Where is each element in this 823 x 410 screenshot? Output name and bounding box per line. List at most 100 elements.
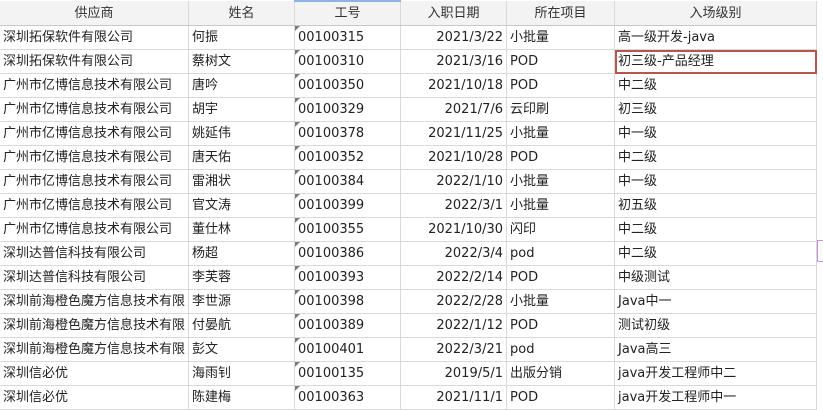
cell-hire-date[interactable]: 2021/10/28 — [400, 145, 508, 170]
cell-hire-date[interactable]: 2022/2/14 — [400, 265, 508, 290]
cell-employee-id[interactable]: 00100350 — [294, 73, 402, 98]
cell-entry-level[interactable]: 初三级 — [614, 97, 818, 122]
cell-entry-level[interactable]: 高一级开发-java — [614, 25, 818, 50]
cell-project[interactable]: 出版分销 — [506, 361, 616, 386]
cell-name[interactable]: 付晏航 — [188, 313, 296, 338]
cell-entry-level[interactable]: 中一级 — [614, 121, 818, 146]
header-name[interactable]: 姓名 — [188, 1, 296, 26]
cell-project[interactable]: pod — [506, 337, 616, 362]
header-entry-level[interactable]: 入场级别 — [614, 1, 818, 26]
cell-project[interactable]: POD — [506, 385, 616, 410]
cell-supplier[interactable]: 深圳拓保软件有限公司 — [0, 49, 190, 74]
cell-project[interactable]: POD — [506, 265, 616, 290]
cell-entry-level[interactable]: 中二级 — [614, 73, 818, 98]
cell-name[interactable]: 官文涛 — [188, 193, 296, 218]
cell-name[interactable]: 何振 — [188, 25, 296, 50]
cell-name[interactable]: 唐吟 — [188, 73, 296, 98]
cell-employee-id[interactable]: 00100315 — [294, 25, 402, 50]
cell-hire-date[interactable]: 2019/5/1 — [400, 361, 508, 386]
cell-entry-level[interactable]: 初三级-产品经理 — [614, 49, 818, 74]
cell-entry-level[interactable]: 中二级 — [614, 241, 818, 266]
cell-entry-level[interactable]: java开发工程师中二 — [614, 361, 818, 386]
cell-supplier[interactable]: 深圳信必优 — [0, 361, 190, 386]
cell-entry-level[interactable]: 中二级 — [614, 145, 818, 170]
cell-employee-id[interactable]: 00100355 — [294, 217, 402, 242]
header-project[interactable]: 所在项目 — [506, 1, 616, 26]
cell-name[interactable]: 胡宇 — [188, 97, 296, 122]
cell-name[interactable]: 陈建梅 — [188, 385, 296, 410]
cell-project[interactable]: POD — [506, 49, 616, 74]
cell-project[interactable]: 小批量 — [506, 25, 616, 50]
cell-name[interactable]: 蔡树文 — [188, 49, 296, 74]
cell-entry-level[interactable]: Java中一 — [614, 289, 818, 314]
cell-supplier[interactable]: 深圳前海橙色魔方信息技术有限 — [0, 337, 190, 362]
cell-project[interactable]: POD — [506, 145, 616, 170]
header-supplier[interactable]: 供应商 — [0, 1, 190, 26]
cell-entry-level[interactable]: 测试初级 — [614, 313, 818, 338]
cell-entry-level[interactable]: 中一级 — [614, 169, 818, 194]
cell-employee-id[interactable]: 00100386 — [294, 241, 402, 266]
cell-project[interactable]: POD — [506, 313, 616, 338]
cell-employee-id[interactable]: 00100399 — [294, 193, 402, 218]
cell-project[interactable]: pod — [506, 241, 616, 266]
cell-entry-level[interactable]: 中级测试 — [614, 265, 818, 290]
cell-project[interactable]: 云印刷 — [506, 97, 616, 122]
cell-name[interactable]: 李芙蓉 — [188, 265, 296, 290]
cell-employee-id[interactable]: 00100393 — [294, 265, 402, 290]
cell-project[interactable]: POD — [506, 73, 616, 98]
cell-supplier[interactable]: 广州市亿博信息技术有限公司 — [0, 97, 190, 122]
cell-project[interactable]: 闪印 — [506, 217, 616, 242]
cell-hire-date[interactable]: 2022/3/21 — [400, 337, 508, 362]
cell-hire-date[interactable]: 2021/3/16 — [400, 49, 508, 74]
cell-employee-id[interactable]: 00100135 — [294, 361, 402, 386]
cell-supplier[interactable]: 广州市亿博信息技术有限公司 — [0, 73, 190, 98]
cell-hire-date[interactable]: 2021/10/30 — [400, 217, 508, 242]
cell-entry-level[interactable]: 初五级 — [614, 193, 818, 218]
cell-supplier[interactable]: 广州市亿博信息技术有限公司 — [0, 121, 190, 146]
cell-employee-id[interactable]: 00100329 — [294, 97, 402, 122]
cell-entry-level[interactable]: Java高三 — [614, 337, 818, 362]
cell-hire-date[interactable]: 2022/1/10 — [400, 169, 508, 194]
header-employee-id[interactable]: 工号 — [294, 0, 402, 26]
cell-hire-date[interactable]: 2021/10/18 — [400, 73, 508, 98]
cell-supplier[interactable]: 深圳达普信科技有限公司 — [0, 241, 190, 266]
cell-hire-date[interactable]: 2022/1/12 — [400, 313, 508, 338]
cell-project[interactable]: 小批量 — [506, 289, 616, 314]
cell-name[interactable]: 杨超 — [188, 241, 296, 266]
cell-employee-id[interactable]: 00100401 — [294, 337, 402, 362]
cell-supplier[interactable]: 广州市亿博信息技术有限公司 — [0, 145, 190, 170]
header-hire-date[interactable]: 入职日期 — [400, 1, 508, 26]
cell-name[interactable]: 姚延伟 — [188, 121, 296, 146]
cell-project[interactable]: 小批量 — [506, 169, 616, 194]
cell-name[interactable]: 唐天佑 — [188, 145, 296, 170]
cell-supplier[interactable]: 深圳信必优 — [0, 385, 190, 410]
cell-hire-date[interactable]: 2022/2/28 — [400, 289, 508, 314]
cell-employee-id[interactable]: 00100310 — [294, 49, 402, 74]
cell-hire-date[interactable]: 2021/7/6 — [400, 97, 508, 122]
cell-hire-date[interactable]: 2021/3/22 — [400, 25, 508, 50]
cell-entry-level[interactable]: 中二级 — [614, 217, 818, 242]
cell-hire-date[interactable]: 2022/3/1 — [400, 193, 508, 218]
cell-hire-date[interactable]: 2021/11/1 — [400, 385, 508, 410]
cell-employee-id[interactable]: 00100384 — [294, 169, 402, 194]
cell-supplier[interactable]: 深圳拓保软件有限公司 — [0, 25, 190, 50]
cell-employee-id[interactable]: 00100389 — [294, 313, 402, 338]
cell-project[interactable]: 小批量 — [506, 193, 616, 218]
cell-employee-id[interactable]: 00100378 — [294, 121, 402, 146]
cell-supplier[interactable]: 广州市亿博信息技术有限公司 — [0, 169, 190, 194]
cell-supplier[interactable]: 广州市亿博信息技术有限公司 — [0, 217, 190, 242]
cell-name[interactable]: 彭文 — [188, 337, 296, 362]
cell-supplier[interactable]: 深圳前海橙色魔方信息技术有限 — [0, 313, 190, 338]
cell-hire-date[interactable]: 2021/11/25 — [400, 121, 508, 146]
cell-employee-id[interactable]: 00100352 — [294, 145, 402, 170]
cell-name[interactable]: 海雨钊 — [188, 361, 296, 386]
cell-employee-id[interactable]: 00100363 — [294, 385, 402, 410]
cell-project[interactable]: 小批量 — [506, 121, 616, 146]
cell-name[interactable]: 李世源 — [188, 289, 296, 314]
cell-hire-date[interactable]: 2022/3/4 — [400, 241, 508, 266]
cell-supplier[interactable]: 广州市亿博信息技术有限公司 — [0, 193, 190, 218]
cell-employee-id[interactable]: 00100398 — [294, 289, 402, 314]
cell-name[interactable]: 雷湘状 — [188, 169, 296, 194]
cell-entry-level[interactable]: java开发工程师中一 — [614, 385, 818, 410]
cell-supplier[interactable]: 深圳前海橙色魔方信息技术有限 — [0, 289, 190, 314]
